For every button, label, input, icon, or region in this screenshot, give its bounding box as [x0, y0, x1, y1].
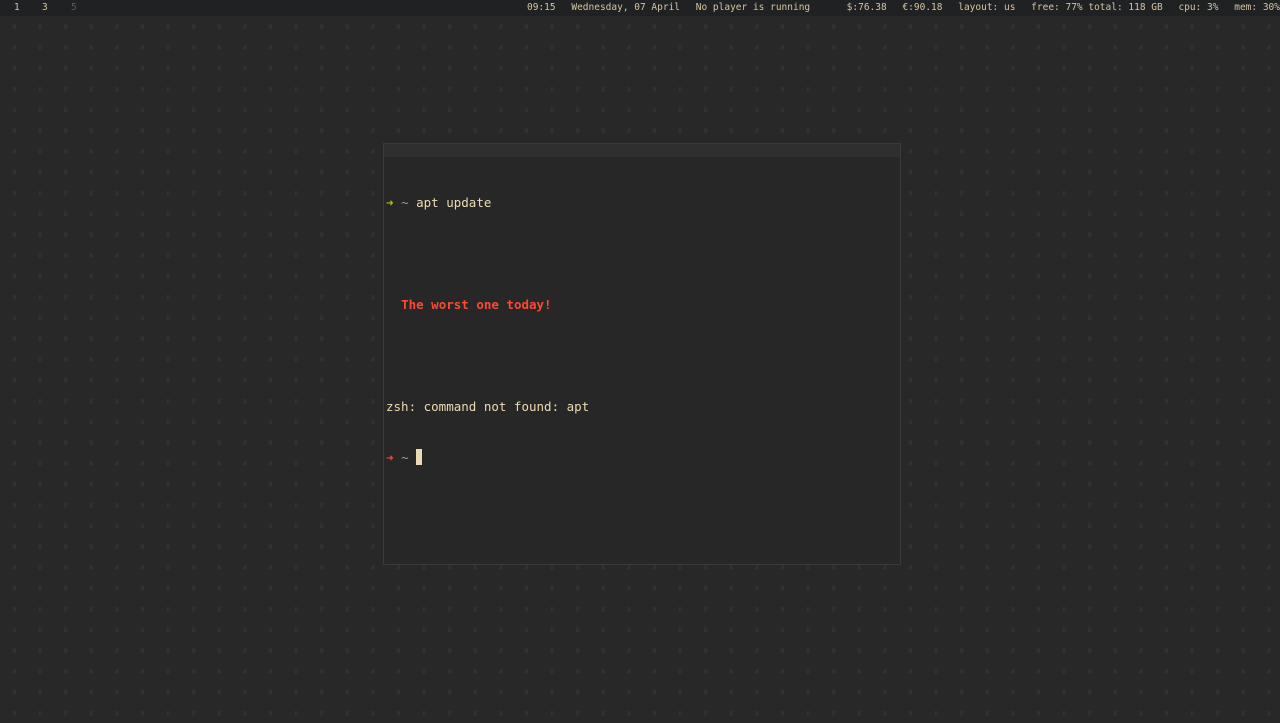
workspace-3[interactable]: 3 — [42, 0, 48, 16]
status-bar: 1 3 5 09:15 Wednesday, 07 April No playe… — [0, 0, 1280, 16]
prompt-arrow-error-icon: ➜ — [386, 450, 394, 465]
active-prompt-line[interactable]: ➜ ~ — [386, 449, 898, 466]
keyboard-layout[interactable]: layout: us — [958, 2, 1015, 13]
eur-rate: €:90.18 — [902, 2, 943, 13]
command-text: apt update — [416, 195, 492, 210]
error-line: zsh: command not found: apt — [386, 398, 898, 415]
terminal-titlebar[interactable] — [384, 144, 900, 157]
usd-rate: $:76.38 — [846, 2, 887, 13]
prompt-directory: ~ — [401, 450, 409, 465]
prompt-arrow-success-icon: ➜ — [386, 195, 394, 210]
media-player-status[interactable]: No player is running — [696, 2, 810, 13]
desktop: x 1 3 5 09:15 Wednesday, 07 April No pla… — [0, 0, 1280, 723]
insult-line: The worst one today! — [386, 296, 898, 313]
bar-center: 09:15 Wednesday, 07 April No player is r… — [527, 0, 810, 16]
error-message: zsh: command not found: apt — [386, 399, 590, 414]
command-line: ➜ ~ apt update — [386, 194, 898, 211]
bar-right: $:76.38 €:90.18 layout: us free: 77% tot… — [847, 0, 1280, 16]
date: Wednesday, 07 April — [571, 2, 681, 13]
terminal-output[interactable]: ➜ ~ apt update The worst one today! zsh:… — [386, 160, 898, 562]
block-cursor-icon — [416, 449, 423, 465]
insult-message: The worst one today! — [401, 297, 552, 312]
workspace-1[interactable]: 1 — [14, 0, 20, 16]
terminal-window[interactable]: ➜ ~ apt update The worst one today! zsh:… — [383, 143, 901, 565]
workspace-5[interactable]: 5 — [71, 0, 77, 16]
cpu-usage: cpu: 3% — [1178, 2, 1219, 13]
disk-usage: free: 77% total: 118 GB — [1031, 2, 1163, 13]
clock: 09:15 — [527, 2, 556, 13]
prompt-directory: ~ — [401, 195, 409, 210]
memory-usage: mem: 30% — [1234, 2, 1280, 13]
